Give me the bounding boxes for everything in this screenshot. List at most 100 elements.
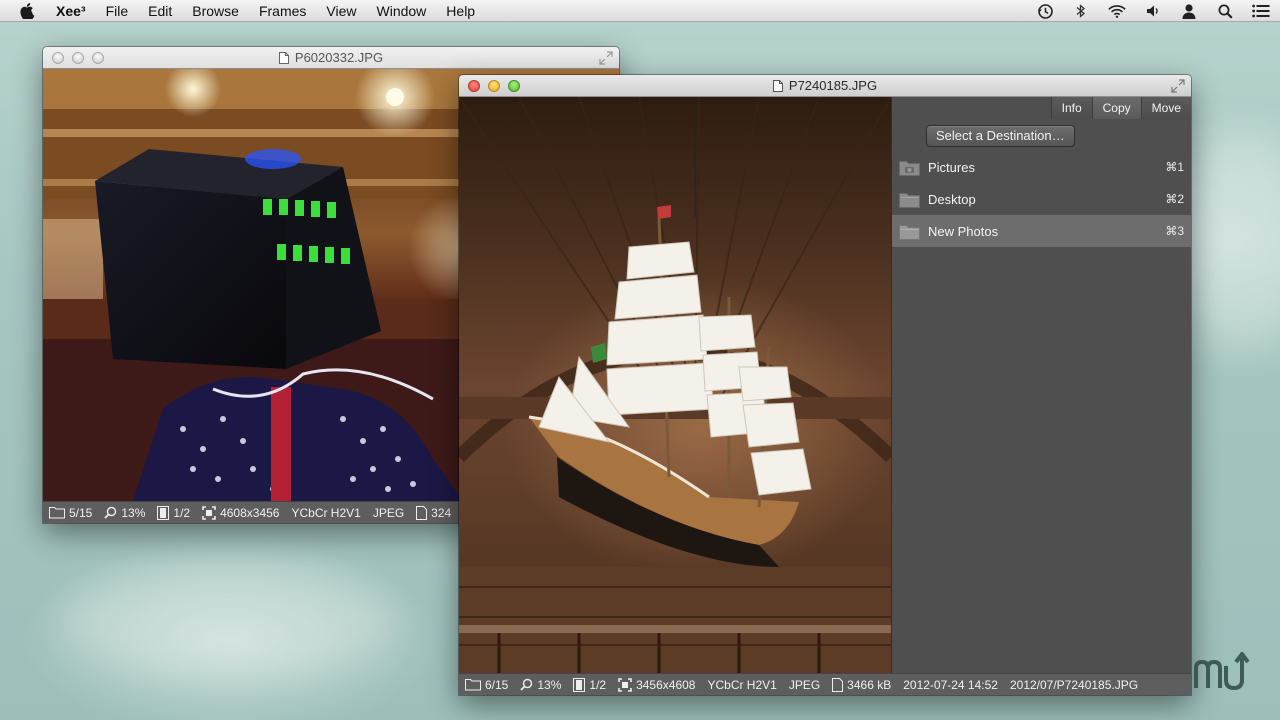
folder-icon	[899, 192, 920, 208]
time-machine-icon[interactable]	[1036, 2, 1054, 20]
zoom-button[interactable]	[92, 52, 104, 64]
copy-panel: Info Copy Move Select a Destination… Pic…	[891, 97, 1191, 673]
film-frames-icon	[157, 505, 170, 520]
spotlight-icon[interactable]	[1216, 2, 1234, 20]
tab-info[interactable]: Info	[1050, 97, 1092, 119]
status-format-text: JPEG	[788, 677, 821, 692]
status-zoom: 13%	[104, 506, 145, 520]
minimize-button[interactable]	[488, 80, 500, 92]
minimize-button[interactable]	[72, 52, 84, 64]
menu-edit[interactable]: Edit	[138, 0, 182, 22]
tab-move[interactable]: Move	[1140, 97, 1191, 119]
notification-center-icon[interactable]	[1252, 2, 1270, 20]
window-controls	[468, 80, 520, 92]
window-title-group: P6020332.JPG	[278, 50, 384, 65]
desktop-highlight	[1180, 130, 1280, 350]
tab-copy[interactable]: Copy	[1091, 97, 1141, 119]
status-position: 6/15	[465, 678, 508, 692]
menu-file[interactable]: File	[96, 0, 139, 22]
status-date-text: 2012-07-24 14:52	[903, 677, 998, 692]
mu-watermark-logo	[1194, 652, 1250, 691]
status-position-text: 5/15	[69, 505, 93, 520]
status-dimensions: 4608x3456	[202, 506, 279, 520]
bluetooth-icon[interactable]	[1072, 2, 1090, 20]
file-icon	[416, 505, 428, 520]
window-controls	[52, 52, 104, 64]
destination-row-pictures[interactable]: Pictures ⌘1	[892, 151, 1191, 183]
document-icon	[278, 51, 289, 64]
close-button[interactable]	[468, 80, 480, 92]
destination-shortcut: ⌘3	[1165, 224, 1184, 238]
fullscreen-icon[interactable]	[599, 51, 613, 65]
document-icon	[772, 79, 783, 92]
status-format: JPEG	[373, 506, 404, 520]
status-size: 3466 kB	[832, 677, 892, 692]
status-dimensions: 3456x4608	[618, 678, 695, 692]
zoom-icon	[520, 678, 533, 691]
status-color-text: YCbCr H2V1	[291, 505, 361, 520]
apple-menu-icon[interactable]	[20, 2, 36, 19]
status-zoom-text: 13%	[121, 505, 146, 520]
window-title: P6020332.JPG	[294, 50, 384, 65]
status-format: JPEG	[789, 678, 820, 692]
user-icon[interactable]	[1180, 2, 1198, 20]
destination-label: New Photos	[928, 223, 999, 239]
menu-app-name[interactable]: Xee³	[50, 0, 96, 22]
dimensions-icon	[202, 505, 216, 520]
status-position: 5/15	[49, 506, 92, 520]
status-color: YCbCr H2V1	[707, 678, 776, 692]
status-path-text: 2012/07/P7240185.JPG	[1009, 677, 1139, 692]
folder-icon	[49, 507, 65, 519]
menu-bar: Xee³ File Edit Browse Frames View Window…	[0, 0, 1280, 22]
select-destination-button[interactable]: Select a Destination…	[926, 125, 1075, 147]
zoom-button[interactable]	[508, 80, 520, 92]
status-size-text: 324	[431, 505, 452, 520]
folder-icon	[465, 679, 481, 691]
photo-sailing-ship	[459, 97, 891, 673]
destination-label: Desktop	[928, 191, 976, 207]
panel-tabs: Info Copy Move	[1050, 97, 1191, 119]
status-date: 2012-07-24 14:52	[903, 678, 998, 692]
menu-window[interactable]: Window	[367, 0, 437, 22]
wifi-icon[interactable]	[1108, 2, 1126, 20]
window-title: P7240185.JPG	[788, 78, 878, 93]
menu-browse[interactable]: Browse	[182, 0, 249, 22]
destination-row-new-photos[interactable]: New Photos ⌘3	[892, 215, 1191, 247]
folder-icon	[899, 224, 920, 240]
destination-shortcut: ⌘2	[1165, 192, 1184, 206]
status-color-text: YCbCr H2V1	[707, 677, 777, 692]
zoom-icon	[104, 506, 117, 519]
status-color: YCbCr H2V1	[291, 506, 360, 520]
status-dimensions-text: 3456x4608	[636, 677, 696, 692]
status-bar: 6/15 13% 1/2 3456x4608 YCbCr H2V1 JPEG 3…	[459, 673, 1191, 695]
destination-row-desktop[interactable]: Desktop ⌘2	[892, 183, 1191, 215]
image-window-front[interactable]: P7240185.JPG Info Copy Move Select a Des…	[459, 75, 1191, 695]
status-zoom: 13%	[520, 678, 561, 692]
status-frames: 1/2	[573, 677, 607, 692]
status-position-text: 6/15	[485, 677, 509, 692]
fullscreen-icon[interactable]	[1171, 79, 1185, 93]
close-button[interactable]	[52, 52, 64, 64]
status-size-text: 3466 kB	[847, 677, 892, 692]
file-icon	[832, 677, 844, 692]
status-dimensions-text: 4608x3456	[220, 505, 280, 520]
menu-help[interactable]: Help	[436, 0, 485, 22]
window-titlebar[interactable]: P6020332.JPG	[43, 47, 619, 69]
desktop-highlight	[60, 560, 400, 680]
status-size: 324	[416, 505, 452, 520]
menu-view[interactable]: View	[316, 0, 366, 22]
destination-shortcut: ⌘1	[1165, 160, 1184, 174]
window-titlebar[interactable]: P7240185.JPG	[459, 75, 1191, 97]
menu-frames[interactable]: Frames	[249, 0, 316, 22]
film-frames-icon	[573, 677, 586, 692]
status-path: 2012/07/P7240185.JPG	[1010, 678, 1138, 692]
camera-folder-icon	[899, 160, 920, 176]
dimensions-icon	[618, 677, 632, 692]
destination-label: Pictures	[928, 159, 975, 175]
volume-icon[interactable]	[1144, 2, 1162, 20]
window-title-group: P7240185.JPG	[772, 78, 878, 93]
status-zoom-text: 13%	[537, 677, 562, 692]
status-frames-text: 1/2	[173, 505, 191, 520]
status-frames-text: 1/2	[589, 677, 607, 692]
status-format-text: JPEG	[372, 505, 405, 520]
